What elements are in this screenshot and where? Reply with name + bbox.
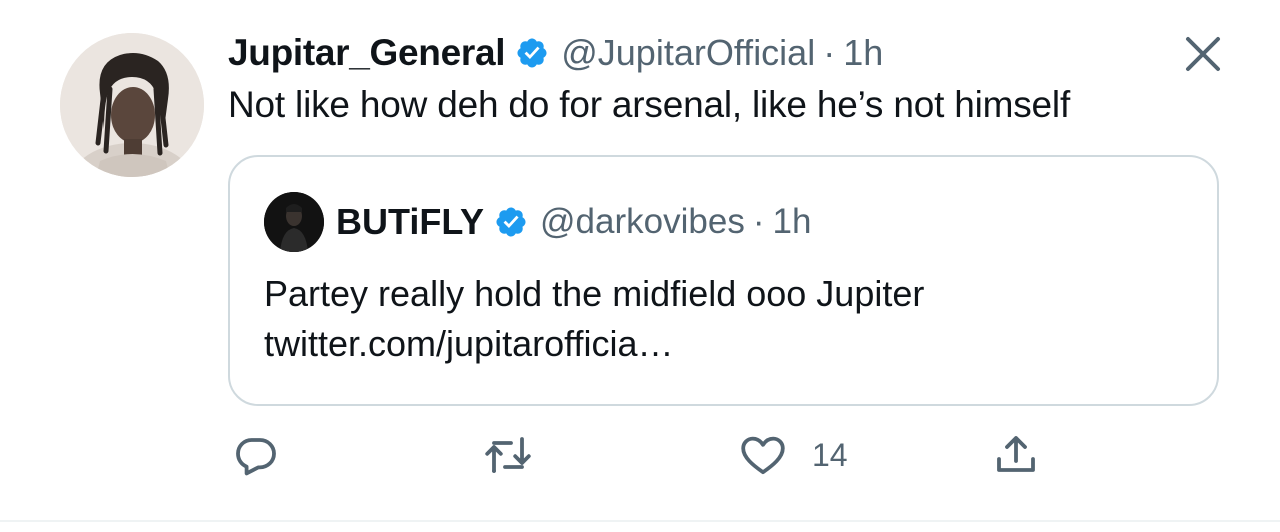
tweet-header: Jupitar_General @JupitarOfficial · 1h [228,28,883,78]
share-icon [997,436,1035,472]
tweet-timestamp[interactable]: 1h [843,32,883,74]
quote-text-line: Partey really hold the midfield ooo Jupi… [264,273,925,314]
tweet-card[interactable]: Jupitar_General @JupitarOfficial · 1h No… [0,0,1280,532]
like-button[interactable]: 14 [738,430,848,480]
close-button[interactable] [1183,34,1223,74]
quoted-tweet[interactable]: BUTiFLY @darkovibes · 1h Partey really h… [228,155,1219,406]
reply-button[interactable] [232,430,280,480]
heart-icon [741,436,785,475]
quote-timestamp[interactable]: 1h [772,202,811,242]
retweet-button[interactable] [482,430,534,480]
quote-link[interactable]: twitter.com/jupitarofficia… [264,319,1194,369]
quote-header: BUTiFLY @darkovibes · 1h [336,197,811,247]
quote-author-avatar[interactable] [264,192,324,252]
reply-icon [236,438,276,476]
retweet-icon [485,437,531,473]
tweet-text: Not like how deh do for arsenal, like he… [228,84,1071,125]
close-icon [1186,37,1220,71]
user-photo-icon [264,192,324,252]
separator-dot: · [752,202,765,241]
author-avatar[interactable] [60,33,204,177]
divider [0,520,1280,522]
quote-author-display-name[interactable]: BUTiFLY [336,201,484,243]
like-count: 14 [812,436,848,473]
author-display-name[interactable]: Jupitar_General [228,32,506,74]
separator-dot: · [823,32,836,73]
quote-author-handle[interactable]: @darkovibes [540,202,745,242]
user-photo-icon [60,33,204,177]
author-handle[interactable]: @JupitarOfficial [561,32,815,74]
verified-badge-icon [515,36,549,70]
tweet-actions: 14 [228,430,1219,480]
verified-badge-icon [494,205,528,239]
quote-text: Partey really hold the midfield ooo Jupi… [264,269,1194,369]
share-button[interactable] [992,430,1040,480]
